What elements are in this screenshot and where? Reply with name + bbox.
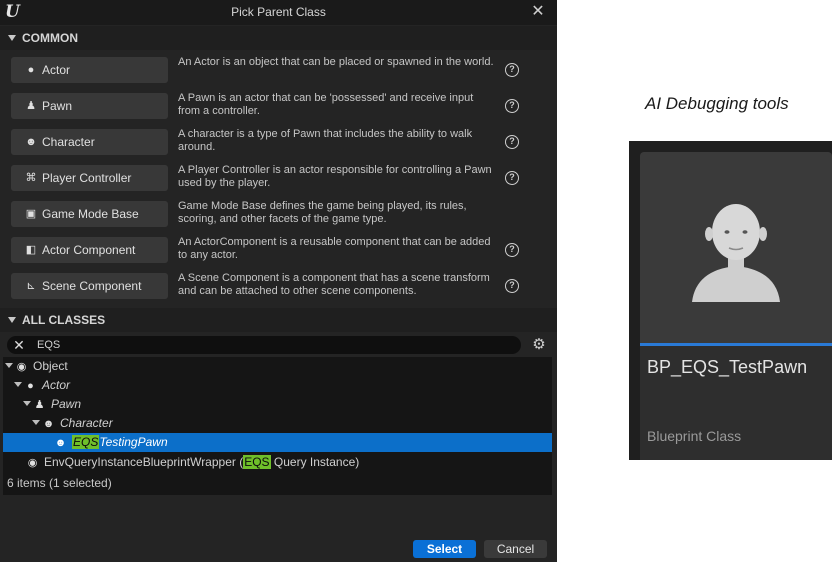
pawn-figure-icon: ♟ — [34, 399, 45, 411]
button-label: Actor Component — [42, 243, 136, 257]
expand-arrow-icon[interactable] — [5, 363, 13, 368]
asset-type-label: Blueprint Class — [647, 428, 742, 444]
button-label: Pawn — [42, 99, 73, 113]
actor-sphere-icon: ● — [27, 64, 35, 76]
common-row-actor-component: ◧ Actor Component An ActorComponent is a … — [0, 234, 557, 270]
common-row-game-mode-base: ▣ Game Mode Base Game Mode Base defines t… — [0, 198, 557, 234]
button-label: Scene Component — [42, 279, 142, 293]
expand-arrow-icon[interactable] — [14, 382, 22, 387]
item-count-status: 6 items (1 selected) — [7, 476, 112, 490]
tree-node-label-prefix: EnvQueryInstanceBlueprintWrapper ( — [44, 455, 244, 469]
expand-arrow-icon[interactable] — [32, 420, 40, 425]
player-controller-button[interactable]: ⌘ Player Controller — [11, 165, 168, 191]
actor-button[interactable]: ● Actor — [11, 57, 168, 83]
character-bust-icon: ☻ — [25, 136, 37, 148]
actor-sphere-icon: ● — [27, 380, 34, 392]
common-section-header[interactable]: COMMON — [0, 26, 557, 50]
button-label: Player Controller — [42, 171, 132, 185]
button-label: Actor — [42, 63, 71, 77]
tree-node-label: TestingPawn — [99, 435, 168, 449]
close-icon[interactable]: ✕ — [528, 2, 548, 22]
dialog-title: Pick Parent Class — [231, 5, 326, 19]
all-classes-section-header[interactable]: ALL CLASSES — [0, 308, 557, 332]
class-description: A Player Controller is an actor responsi… — [178, 164, 492, 189]
collapse-triangle-icon[interactable] — [8, 317, 16, 323]
asset-name: BP_EQS_TestPawn — [647, 357, 808, 377]
pawn-figure-icon: ♟ — [26, 100, 36, 112]
asset-thumbnail — [640, 152, 832, 344]
tree-node-actor[interactable]: ● Actor — [14, 376, 70, 395]
common-row-pawn: ♟ Pawn A Pawn is an actor that can be 'po… — [0, 90, 557, 126]
help-icon[interactable]: ? — [505, 63, 519, 77]
cancel-button[interactable]: Cancel — [484, 540, 547, 558]
class-search-box: ✕ — [7, 336, 521, 354]
actor-component-button[interactable]: ◧ Actor Component — [11, 237, 168, 263]
help-icon[interactable]: ? — [505, 99, 519, 113]
common-row-actor: ● Actor An Actor is an object that can be… — [0, 54, 557, 90]
help-icon[interactable]: ? — [505, 135, 519, 149]
character-bust-icon — [692, 204, 780, 302]
actor-component-icon: ◧ — [25, 244, 37, 256]
dialog-titlebar: U Pick Parent Class ✕ — [0, 0, 557, 25]
tree-node-pawn[interactable]: ♟ Pawn — [23, 395, 81, 414]
gamepad-icon: ⌘ — [25, 172, 37, 184]
class-description: A Pawn is an actor that can be 'possesse… — [178, 92, 474, 117]
unreal-object-icon: ◉ — [27, 457, 38, 469]
tree-node-character[interactable]: ☻ Character — [32, 414, 113, 433]
tree-node-object[interactable]: ◉ Object — [5, 357, 68, 376]
scene-component-button[interactable]: ⊾ Scene Component — [11, 273, 168, 299]
search-match-highlight: EQS — [243, 455, 271, 469]
gear-icon[interactable]: ⚙ — [531, 337, 547, 353]
ai-debugging-caption: AI Debugging tools — [645, 94, 789, 113]
pick-parent-class-dialog: U Pick Parent Class ✕ COMMON ● Actor An A… — [0, 0, 557, 562]
help-icon[interactable]: ? — [505, 279, 519, 293]
class-description: An Actor is an object that can be placed… — [178, 56, 494, 68]
asset-card[interactable] — [629, 141, 832, 460]
collapse-triangle-icon[interactable] — [8, 35, 16, 41]
unreal-object-icon: ◉ — [16, 361, 27, 373]
search-match-highlight: EQS — [72, 435, 100, 449]
class-description: Game Mode Base defines the game being pl… — [178, 200, 467, 225]
help-icon[interactable]: ? — [505, 171, 519, 185]
expand-arrow-icon[interactable] — [23, 401, 31, 406]
pawn-button[interactable]: ♟ Pawn — [11, 93, 168, 119]
select-button[interactable]: Select — [413, 540, 476, 558]
common-classes-list: ● Actor An Actor is an object that can be… — [0, 50, 557, 303]
help-icon[interactable]: ? — [505, 243, 519, 257]
common-row-character: ☻ Character A character is a type of Pawn… — [0, 126, 557, 162]
character-bust-icon: ☻ — [42, 418, 55, 430]
tree-node-eqs-testing-pawn[interactable]: ☻ EQSTestingPawn — [54, 433, 168, 452]
tree-node-envquery-wrapper[interactable]: ◉ EnvQueryInstanceBlueprintWrapper (EQS Q… — [26, 453, 359, 472]
class-description: A Scene Component is a component that ha… — [178, 272, 490, 297]
clear-search-icon[interactable]: ✕ — [12, 336, 26, 354]
button-label: Game Mode Base — [42, 207, 139, 221]
game-mode-icon: ▣ — [25, 208, 37, 220]
tree-node-label-suffix: Query Instance) — [270, 455, 360, 469]
scene-component-icon: ⊾ — [26, 280, 36, 292]
common-row-player-controller: ⌘ Player Controller A Player Controller i… — [0, 162, 557, 198]
common-row-scene-component: ⊾ Scene Component A Scene Component is a … — [0, 270, 557, 306]
class-description: A character is a type of Pawn that inclu… — [178, 128, 473, 153]
all-classes-header-label: ALL CLASSES — [22, 313, 106, 327]
class-description: An ActorComponent is a reusable componen… — [178, 236, 491, 261]
common-header-label: COMMON — [22, 31, 78, 45]
game-mode-base-button[interactable]: ▣ Game Mode Base — [11, 201, 168, 227]
button-label: Character — [42, 135, 95, 149]
character-button[interactable]: ☻ Character — [11, 129, 168, 155]
class-search-input[interactable] — [37, 337, 507, 353]
character-bust-icon: ☻ — [54, 437, 67, 449]
